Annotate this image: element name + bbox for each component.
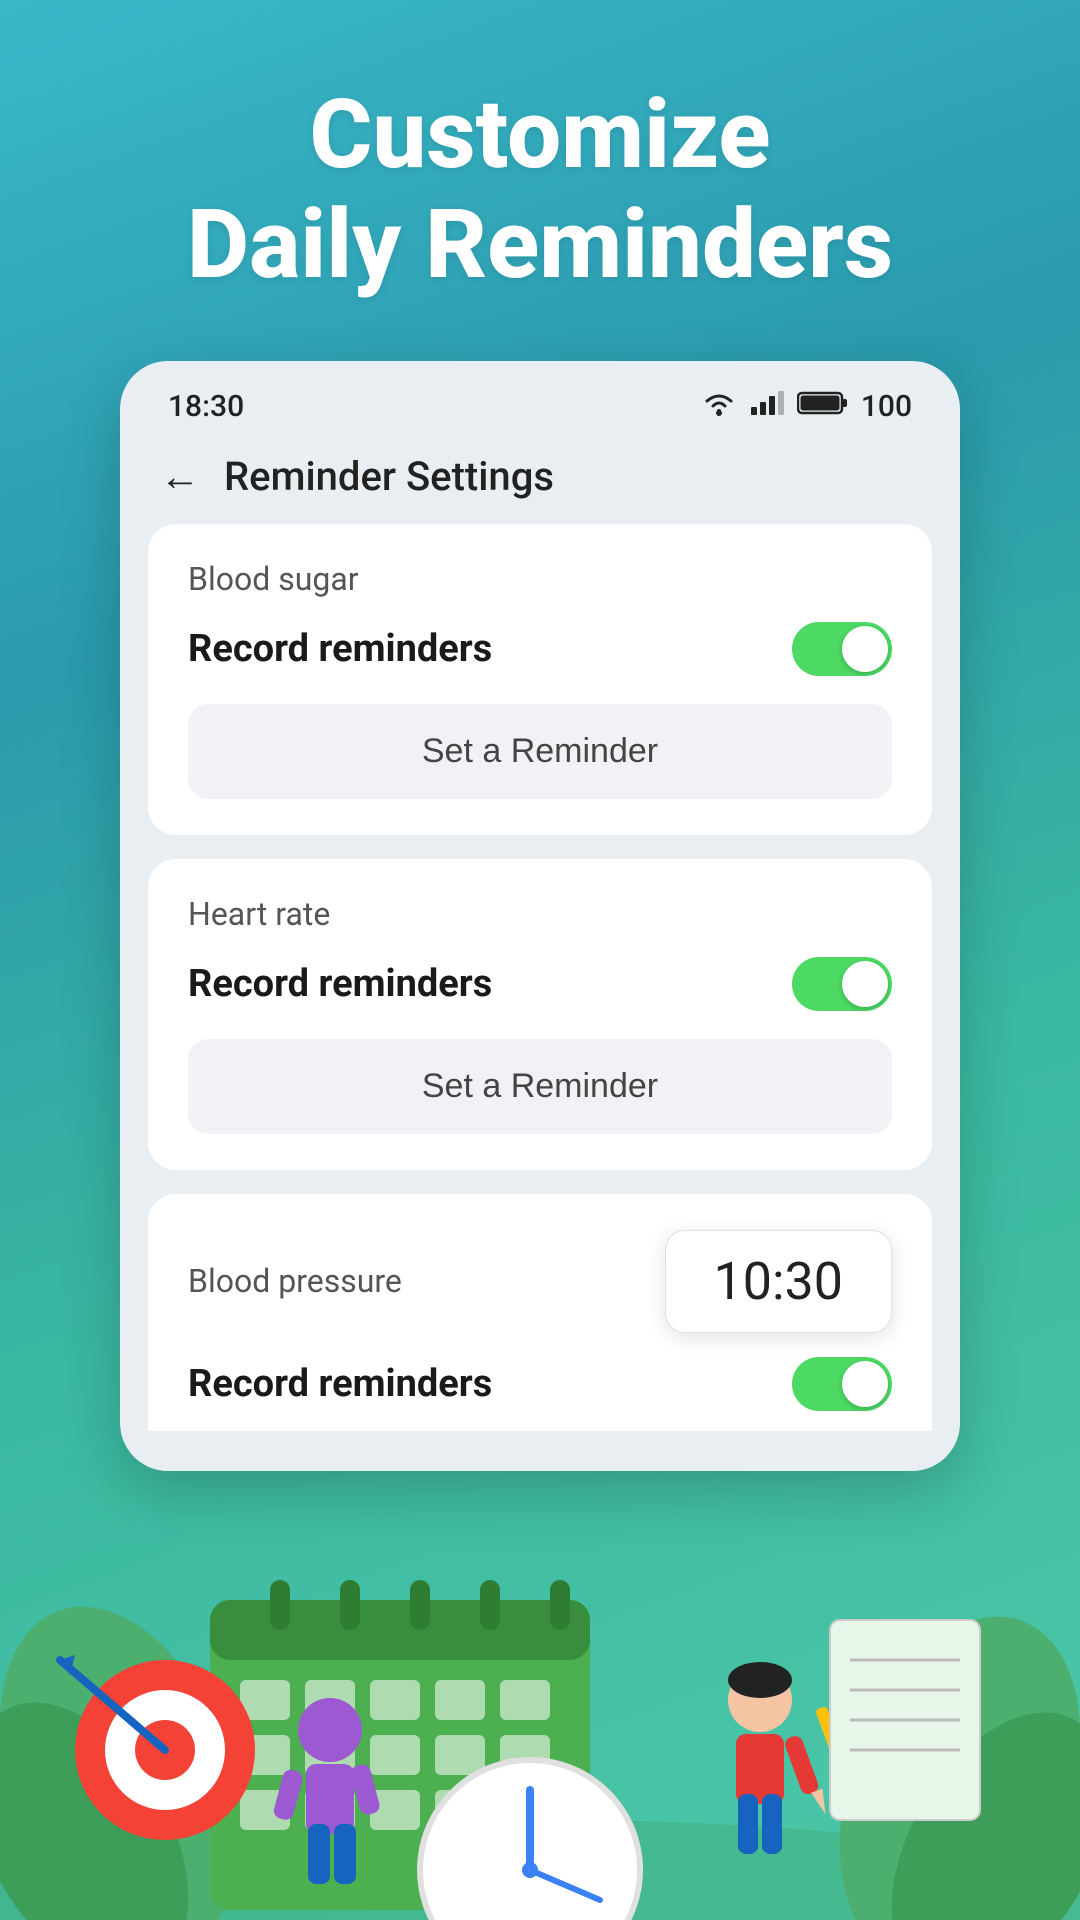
heart-rate-record-label: Record reminders	[188, 962, 492, 1006]
heart-rate-title: Heart rate	[188, 895, 892, 933]
bp-row: Blood pressure 10:30	[188, 1230, 892, 1333]
page-title: Reminder Settings	[224, 453, 554, 500]
blood-sugar-toggle[interactable]	[792, 622, 892, 676]
wifi-icon	[701, 389, 737, 425]
top-nav: ← Reminder Settings	[120, 437, 960, 524]
bp-toggle[interactable]	[792, 1357, 892, 1411]
blood-sugar-record-row: Record reminders	[188, 622, 892, 676]
blood-sugar-title: Blood sugar	[188, 560, 892, 598]
heart-rate-toggle-knob	[842, 961, 888, 1007]
status-time: 18:30	[168, 389, 244, 424]
phone-mockup: 18:30	[120, 361, 960, 1471]
blood-sugar-record-label: Record reminders	[188, 627, 492, 671]
hero-section: Customize Daily Reminders	[0, 0, 1080, 361]
bp-toggle-knob	[842, 1361, 888, 1407]
blood-pressure-title: Blood pressure	[188, 1262, 402, 1300]
heart-rate-record-row: Record reminders	[188, 957, 892, 1011]
blood-sugar-toggle-knob	[842, 626, 888, 672]
status-bar: 18:30	[120, 361, 960, 437]
blood-sugar-set-reminder-btn[interactable]: Set a Reminder	[188, 704, 892, 799]
battery-icon	[797, 389, 849, 425]
content-area: Blood sugar Record reminders Set a Remin…	[120, 524, 960, 1431]
blood-sugar-card: Blood sugar Record reminders Set a Remin…	[148, 524, 932, 835]
heart-rate-toggle[interactable]	[792, 957, 892, 1011]
back-button[interactable]: ←	[160, 453, 200, 500]
battery-level: 100	[861, 389, 912, 424]
heart-rate-set-reminder-btn[interactable]: Set a Reminder	[188, 1039, 892, 1134]
hero-line1: Customize	[309, 79, 770, 191]
heart-rate-card: Heart rate Record reminders Set a Remind…	[148, 859, 932, 1170]
hero-line2: Daily Reminders	[187, 189, 893, 301]
signal-icon	[749, 389, 785, 425]
bp-record-row: Record reminders	[188, 1357, 892, 1411]
time-bubble: 10:30	[665, 1230, 893, 1333]
bp-record-label: Record reminders	[188, 1362, 492, 1406]
status-icons: 100	[701, 389, 912, 425]
blood-pressure-card: Blood pressure 10:30 Record reminders	[148, 1194, 932, 1431]
